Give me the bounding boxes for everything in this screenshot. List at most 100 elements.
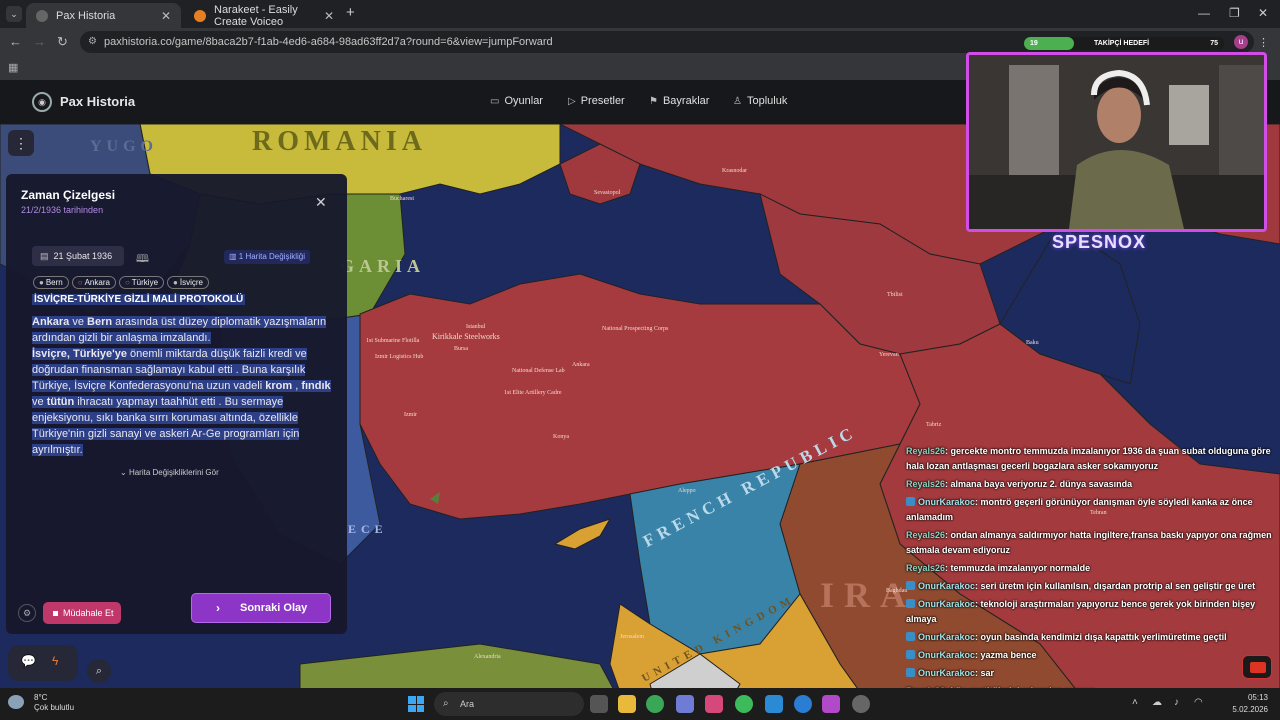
city-elite-artillery-cadre[interactable]: 1st Elite Artillery Cadre [504,390,562,396]
close-icon[interactable]: ✕ [315,194,327,211]
badge-icon [906,650,915,659]
chat-username[interactable]: OnurKarakoc [918,650,975,660]
city-alexandria[interactable]: Alexandria [474,654,501,660]
city-national-prospecting-corps[interactable]: National Prospecting Corps [602,326,668,332]
close-icon[interactable]: ✕ [161,9,171,23]
city-tbilisi[interactable]: Tbilisi [887,292,903,298]
chat-username[interactable]: OnurKarakoc [918,632,975,642]
chat-text: : yazma bence [975,650,1037,660]
windows-taskbar: 8°C Çok bulutlu ⌕ Ara ˄ ☁ ♪ ◠ 05:13 5.02.… [0,688,1280,720]
chrome-icon[interactable] [646,695,664,713]
map-changes-badge[interactable]: ▥ 1 Harita Değişikliği [224,250,311,264]
city-yerevan[interactable]: Yerevan [879,352,899,358]
file-explorer-icon[interactable] [618,695,636,713]
nav-topluluk[interactable]: ♙ Topluluk [733,95,787,107]
task-view-icon[interactable] [590,695,608,713]
intervene-button[interactable]: Müdahale Et [43,602,121,624]
chevron-up-icon[interactable]: ˄ [1132,697,1138,708]
city-ankara[interactable]: Ankara [572,362,590,368]
vpn-icon[interactable] [676,695,694,713]
lightning-icon[interactable]: ϟ [52,654,58,668]
chat-username[interactable]: Reyals26 [906,446,945,456]
minimize-button[interactable]: — [1198,6,1210,20]
city-sevastopol[interactable]: Sevastopol [594,190,620,196]
instagram-icon[interactable] [705,695,723,713]
new-tab-button[interactable]: + [346,4,355,21]
book-icon[interactable]: 🕮 [136,250,149,269]
obs-icon[interactable] [852,695,870,713]
chat-username[interactable]: Reyals26 [906,479,945,489]
city-istanbul[interactable]: Istanbul [466,324,485,330]
app-icon[interactable] [822,695,840,713]
city-izmir[interactable]: Izmir [404,412,417,418]
city-izmir-logistics-hub[interactable]: Izmir Logistics Hub [375,354,423,360]
chat-username[interactable]: Reyals26 [906,530,945,540]
maximize-button[interactable]: ❐ [1229,6,1240,20]
tab-narakeet[interactable]: Narakeet - Easily Create Voiceo ✕ [184,3,344,28]
chat-message: Reyals26: ondan almanya saldırmıyor hatt… [906,528,1276,558]
whatsapp-icon[interactable] [735,695,753,713]
city-submarine-flotilla[interactable]: 1st Submarine Flotilla [366,338,419,344]
chat-message: OnurKarakoc: seri üretm için kullanılsın… [906,579,1276,594]
city-baku[interactable]: Baku [1026,340,1039,346]
chat-username[interactable]: Reyals26 [906,563,945,573]
city-bursa[interactable]: Bursa [454,346,468,352]
country-label-romania: ROMANIA [252,126,427,157]
apps-grid-icon[interactable]: ▦ [8,61,18,74]
city-krasnodar[interactable]: Krasnodar [722,168,747,174]
chat-username[interactable]: OnurKarakoc [918,581,975,591]
tag-ankara[interactable]: ○ Ankara [71,276,116,289]
stop-icon [53,611,58,616]
windows-start-icon[interactable] [408,696,424,712]
chat-username[interactable]: OnurKarakoc [918,668,975,678]
reload-button[interactable]: ↻ [57,34,68,50]
tag-bern[interactable]: ● Bern [33,276,69,289]
chat-text: : almana baya veriyoruz 2. dünya savasın… [945,479,1133,489]
search-icon[interactable]: ⌕ [87,659,111,683]
chat-message: Reyals26: temmuzda imzalanıyor normalde [906,561,1276,576]
nav-presetler[interactable]: ▷ Presetler [568,95,625,107]
taskbar-search[interactable]: ⌕ Ara [434,692,584,716]
city-jerusalem[interactable]: Jerusalem [620,634,644,640]
city-tabriz[interactable]: Tabriz [926,422,941,428]
timeline-panel: Zaman Çizelgesi 21/2/1936 tarihinden ✕ ▤… [6,174,347,634]
browser-menu-icon[interactable]: ⋮ [1258,36,1269,49]
webcam-image [969,55,1264,229]
tag-isvicre[interactable]: ● İsviçre [167,276,209,289]
tag-turkiye[interactable]: ○ Türkiye [118,276,165,289]
pax-logo-icon[interactable]: ◉ [32,92,52,112]
onedrive-icon[interactable]: ☁ [1152,697,1162,708]
chevron-right-icon: › [216,601,220,615]
chevron-down-icon: ⌄ [120,468,129,477]
settings-icon[interactable]: ⚙ [18,604,36,622]
tab-search-button[interactable]: ⌄ [6,6,22,22]
close-icon[interactable]: ✕ [324,9,334,23]
nav-bayraklar[interactable]: ⚑ Bayraklar [649,95,709,107]
system-clock[interactable]: 05:13 5.02.2026 [1216,692,1268,716]
city-baghdad[interactable]: Baghdad [886,588,907,594]
city-aleppo[interactable]: Aleppo [678,488,696,494]
site-info-icon[interactable]: ⚙ [88,31,97,53]
wifi-icon[interactable]: ◠ [1194,697,1203,708]
edge-icon[interactable] [794,695,812,713]
forward-button[interactable]: → [33,34,46,49]
city-konya[interactable]: Konya [553,434,569,440]
nav-oyunlar[interactable]: ▭ Oyunlar [490,95,543,107]
city-national-defense-lab[interactable]: National Defense Lab [512,368,565,374]
city-bucharest[interactable]: Bucharest [390,196,414,202]
chat-username[interactable]: OnurKarakoc [918,599,975,609]
telegram-icon[interactable] [765,695,783,713]
profile-avatar[interactable]: u [1234,35,1248,49]
chat-text: : sar [975,668,995,678]
next-event-button[interactable]: › Sonraki Olay [191,593,331,623]
city-kirikkale-steelworks[interactable]: Kirikkale Steelworks [432,332,500,341]
site-brand[interactable]: Pax Historia [60,94,135,109]
chat-bubble-icon[interactable]: 💬 [21,654,36,668]
see-map-changes-link[interactable]: ⌄ Harita Değişikliklerini Gör [120,468,219,477]
chat-username[interactable]: OnurKarakoc [918,497,975,507]
map-menu-button[interactable]: ⋮ [8,130,34,156]
tab-pax-historia[interactable]: Pax Historia ✕ [26,3,181,28]
microphone-icon[interactable]: ♪ [1174,697,1179,708]
window-close-button[interactable]: ✕ [1258,6,1268,20]
back-button[interactable]: ← [9,34,22,49]
